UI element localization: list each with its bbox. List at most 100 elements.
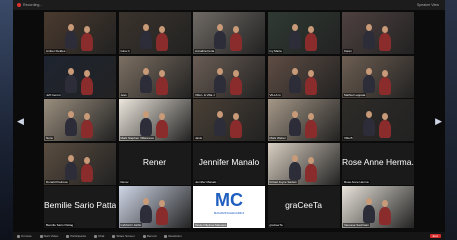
- participant-display-name: graCeeTa: [285, 200, 322, 210]
- participant-display-name: Rener: [142, 156, 167, 167]
- participant-body: [65, 161, 77, 180]
- participant-tile[interactable]: Jeff Ceroni: [44, 55, 116, 98]
- participant-body: [139, 31, 152, 49]
- toolbar-label: Participants: [70, 234, 86, 238]
- participant-tile[interactable]: Mark Weber: [267, 99, 340, 141]
- participant-head: [366, 198, 372, 205]
- participant-tile[interactable]: Annaliza Feria: [193, 12, 265, 54]
- video-feed: [342, 186, 414, 228]
- participant-head: [217, 67, 223, 75]
- participant-tile[interactable]: graCeeTa graCeeTa: [267, 186, 340, 228]
- participant-body: [155, 207, 168, 225]
- participant-name-label: Jeff Ceroni: [45, 92, 62, 97]
- participant-body: [304, 120, 317, 138]
- participant-head: [84, 26, 90, 33]
- participant-tile[interactable]: Amber Fieldes: [44, 12, 116, 54]
- participant-gallery: Amber Fieldes Gina C Annaliza Feria Ivy Mar…: [44, 12, 414, 230]
- participant-tile[interactable]: Ivy Maria: [267, 12, 340, 54]
- participant-head: [84, 156, 90, 164]
- participant-head: [142, 111, 149, 118]
- participant-tile[interactable]: Janis: [193, 99, 265, 141]
- video-feed: [44, 12, 116, 54]
- participant-body: [155, 76, 168, 95]
- participant-body: [139, 74, 152, 93]
- participant-tile[interactable]: Nora: [44, 99, 116, 141]
- end-meeting-button[interactable]: End: [429, 234, 441, 238]
- participant-body: [81, 120, 93, 138]
- participant-tile[interactable]: Rener Rener: [118, 142, 191, 185]
- participant-tile[interactable]: GIANLIO Jarillo: [118, 186, 191, 228]
- toolbar-label: Chat: [98, 234, 105, 238]
- meeting-toolbar: Unmute Start Video Participants Chat Share S…: [13, 232, 445, 240]
- participant-body: [379, 120, 391, 138]
- participant-body: [288, 118, 301, 136]
- participant-tile[interactable]: Villa L & Villa J: [193, 55, 265, 98]
- participant-tile[interactable]: Vanessa Sacristan: [342, 186, 414, 228]
- participant-tile[interactable]: Mathiel Lappata: [342, 55, 414, 98]
- participant-head: [233, 113, 239, 120]
- participant-body: [155, 120, 168, 138]
- participant-head: [158, 200, 165, 207]
- participant-body: [363, 205, 375, 223]
- participant-head: [382, 200, 388, 207]
- participant-body: [379, 76, 391, 95]
- participant-head: [142, 24, 149, 31]
- participant-name-label: Rener: [119, 179, 130, 184]
- view-toggle-button[interactable]: Speaker View: [417, 3, 439, 7]
- participant-body: [81, 76, 93, 95]
- participant-head: [382, 26, 388, 33]
- participant-tile[interactable]: Bemilie Sario Pattag Bemilie Sario Pattag: [44, 186, 116, 228]
- toolbar-record-button[interactable]: Record: [142, 234, 156, 238]
- participant-head: [307, 26, 314, 33]
- participant-body: [363, 74, 375, 93]
- participant-tile[interactable]: Donald Pedrosa: [44, 142, 116, 185]
- participant-name-label: Mark Stephen Villanueva: [119, 136, 155, 140]
- participant-head: [291, 154, 298, 162]
- participant-name-label: Ivy Maria: [268, 49, 283, 53]
- participant-tile[interactable]: Jennifer Manalo Jennifer Manalo: [193, 142, 265, 185]
- participant-head: [68, 111, 74, 118]
- video-feed: [267, 99, 340, 141]
- participant-head: [307, 156, 314, 164]
- participants-icon: [66, 234, 70, 238]
- participant-tile[interactable]: Jess: [118, 55, 191, 98]
- participant-tile[interactable]: Karen: [342, 12, 414, 54]
- video-feed: [342, 55, 414, 98]
- participant-body: [139, 118, 152, 136]
- participant-head: [68, 67, 74, 75]
- participant-tile[interactable]: Villa B: [342, 99, 414, 141]
- participant-head: [307, 69, 314, 77]
- participant-name-label: Gina C: [119, 49, 131, 53]
- toolbar-start-video-button[interactable]: Start Video: [39, 234, 58, 238]
- toolbar-share-screen-button[interactable]: Share Screen: [112, 234, 135, 238]
- recording-indicator-icon: [17, 3, 21, 7]
- participant-name-label: Kristel Joyce Santos: [268, 179, 298, 184]
- prev-page-icon[interactable]: ◀: [17, 116, 24, 127]
- participant-body: [139, 205, 152, 223]
- participant-tile[interactable]: Kristel Joyce Santos: [267, 142, 340, 185]
- video-feed: [267, 142, 340, 185]
- next-page-icon[interactable]: ▶: [435, 116, 442, 127]
- window-title: Recording...: [23, 3, 43, 7]
- logo-mark: MC: [215, 190, 243, 210]
- participant-name-label: Nora: [45, 136, 54, 140]
- toolbar-unmute-button[interactable]: Unmute: [17, 234, 32, 238]
- video-feed: [193, 12, 265, 54]
- participant-name-label: VILLA G: [268, 92, 282, 97]
- participant-name-label: Jess: [119, 92, 128, 97]
- participant-tile[interactable]: MC MANARINGHECHIBUI Tarde Filipinas Manasi…: [193, 186, 265, 228]
- participant-head: [382, 113, 388, 120]
- participant-body: [230, 33, 242, 51]
- toolbar-chat-button[interactable]: Chat: [94, 234, 104, 238]
- participant-head: [217, 24, 223, 31]
- participant-name-label: Karen: [343, 49, 354, 53]
- participant-tile[interactable]: Mark Stephen Villanueva: [118, 99, 191, 141]
- participant-tile[interactable]: VILLA G: [267, 55, 340, 98]
- participant-body: [304, 163, 317, 182]
- toolbar-reactions-button[interactable]: Reactions: [164, 234, 182, 238]
- toolbar-participants-button[interactable]: Participants: [66, 234, 86, 238]
- participant-body: [304, 33, 317, 51]
- participant-name-label: Mark Weber: [268, 136, 287, 140]
- participant-tile[interactable]: Gina C: [118, 12, 191, 54]
- participant-tile[interactable]: Rose Anne Herma... Rose Anne Herma: [342, 142, 414, 185]
